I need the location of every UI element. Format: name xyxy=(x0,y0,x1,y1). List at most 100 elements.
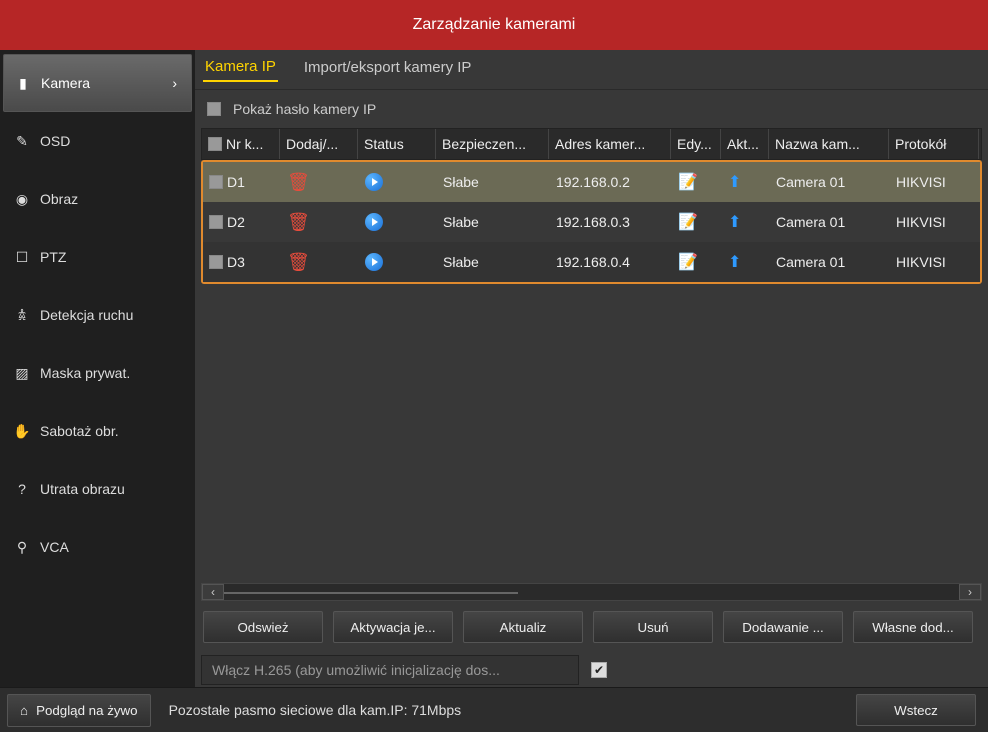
action-buttons: Odswież Aktywacja je... Aktualiz Usuń Do… xyxy=(195,601,988,653)
col-dodaj[interactable]: Dodaj/... xyxy=(280,129,358,159)
ptz-icon: ☐ xyxy=(14,249,30,265)
update-button[interactable]: Aktualiz xyxy=(463,611,583,643)
show-password-checkbox[interactable] xyxy=(207,102,221,116)
col-nazwa[interactable]: Nazwa kam... xyxy=(769,129,889,159)
table-row[interactable]: D3 🗑 Słabe 192.168.0.4 📝 ⬆ Camera 01 HIK… xyxy=(203,242,980,282)
show-password-row: Pokaż hasło kamery IP xyxy=(195,90,988,128)
col-adres[interactable]: Adres kamer... xyxy=(549,129,671,159)
horizontal-scrollbar[interactable]: ‹ › xyxy=(201,583,982,601)
sidebar-item-label: OSD xyxy=(40,133,70,149)
table-row[interactable]: D2 🗑 Słabe 192.168.0.3 📝 ⬆ Camera 01 HIK… xyxy=(203,202,980,242)
tab-bar: Kamera IP Import/eksport kamery IP xyxy=(195,50,988,90)
col-aktualizuj[interactable]: Akt... xyxy=(721,129,769,159)
sidebar-item-detekcja[interactable]: 𖠋 Detekcja ruchu xyxy=(0,286,195,344)
trash-icon[interactable]: 🗑 xyxy=(287,252,310,273)
h265-row: Włącz H.265 (aby umożliwić inicjalizację… xyxy=(201,653,982,687)
row-checkbox[interactable] xyxy=(209,255,223,269)
col-status[interactable]: Status xyxy=(358,129,436,159)
sidebar-item-label: Detekcja ruchu xyxy=(40,307,133,323)
camera-icon: ▮ xyxy=(15,75,31,91)
h265-checkbox[interactable]: ✔ xyxy=(591,662,607,678)
sidebar-item-maska[interactable]: ▨ Maska prywat. xyxy=(0,344,195,402)
tamper-icon: ✋ xyxy=(14,423,30,439)
edit-icon[interactable]: 📝 xyxy=(678,252,698,272)
cell-proto: HIKVISI xyxy=(896,254,946,270)
cell-name: Camera 01 xyxy=(776,214,845,230)
scroll-right-button[interactable]: › xyxy=(959,584,981,600)
live-view-button[interactable]: ⌂ Podgląd na żywo xyxy=(7,694,151,727)
row-checkbox[interactable] xyxy=(209,175,223,189)
cell-proto: HIKVISI xyxy=(896,214,946,230)
cell-addr: 192.168.0.4 xyxy=(556,254,630,270)
tab-import-eksport[interactable]: Import/eksport kamery IP xyxy=(302,59,474,81)
sidebar-item-vca[interactable]: ⚲ VCA xyxy=(0,518,195,576)
sidebar-item-kamera[interactable]: ▮ Kamera › xyxy=(3,54,192,112)
play-icon[interactable] xyxy=(365,173,383,191)
delete-button[interactable]: Usuń xyxy=(593,611,713,643)
sidebar-item-label: Obraz xyxy=(40,191,78,207)
btn-label: Dodawanie ... xyxy=(742,620,824,635)
sidebar-item-label: Sabotaż obr. xyxy=(40,423,119,439)
motion-icon: 𖠋 xyxy=(14,307,30,323)
table-row[interactable]: D1 🗑 Słabe 192.168.0.2 📝 ⬆ Camera 01 HIK… xyxy=(203,162,980,202)
refresh-button[interactable]: Odswież xyxy=(203,611,323,643)
image-icon: ◉ xyxy=(14,191,30,207)
col-nr[interactable]: Nr k... xyxy=(202,129,280,159)
col-label: Bezpieczen... xyxy=(442,136,526,152)
sidebar-item-label: PTZ xyxy=(40,249,66,265)
loss-icon: ? xyxy=(14,481,30,497)
sidebar: ▮ Kamera › ✎ OSD ◉ Obraz ☐ PTZ 𖠋 Detekcj… xyxy=(0,50,195,687)
btn-label: Wstecz xyxy=(894,703,938,718)
scroll-left-button[interactable]: ‹ xyxy=(202,584,224,600)
tab-label: Kamera IP xyxy=(205,58,276,75)
col-bezpieczen[interactable]: Bezpieczen... xyxy=(436,129,549,159)
sidebar-item-utrata[interactable]: ? Utrata obrazu xyxy=(0,460,195,518)
window-title-bar: Zarządzanie kamerami xyxy=(0,0,988,50)
btn-label: Odswież xyxy=(237,620,288,635)
cell-nr: D2 xyxy=(227,214,245,230)
h265-checkbox-cell: ✔ xyxy=(579,655,982,685)
edit-icon[interactable]: 📝 xyxy=(678,212,698,232)
upgrade-icon[interactable]: ⬆ xyxy=(728,212,741,232)
tab-kamera-ip[interactable]: Kamera IP xyxy=(203,58,278,82)
col-label: Adres kamer... xyxy=(555,136,645,152)
home-icon: ⌂ xyxy=(20,703,28,718)
footer: ⌂ Podgląd na żywo Pozostałe pasmo siecio… xyxy=(0,687,988,732)
bandwidth-status: Pozostałe pasmo sieciowe dla kam.IP: 71M… xyxy=(169,702,462,718)
upgrade-icon[interactable]: ⬆ xyxy=(728,252,741,272)
trash-icon[interactable]: 🗑 xyxy=(287,172,310,193)
btn-label: Usuń xyxy=(637,620,668,635)
custom-add-button[interactable]: Własne dod... xyxy=(853,611,973,643)
edit-icon[interactable]: 📝 xyxy=(678,172,698,192)
add-button[interactable]: Dodawanie ... xyxy=(723,611,843,643)
col-protokol[interactable]: Protokół xyxy=(889,129,979,159)
trash-icon[interactable]: 🗑 xyxy=(287,212,310,233)
table-body: D1 🗑 Słabe 192.168.0.2 📝 ⬆ Camera 01 HIK… xyxy=(201,160,982,284)
cell-nr: D1 xyxy=(227,174,245,190)
chevron-right-icon: › xyxy=(172,75,177,91)
sidebar-item-osd[interactable]: ✎ OSD xyxy=(0,112,195,170)
back-button[interactable]: Wstecz xyxy=(856,694,976,726)
sidebar-item-sabotaz[interactable]: ✋ Sabotaż obr. xyxy=(0,402,195,460)
vca-icon: ⚲ xyxy=(14,539,30,555)
activate-button[interactable]: Aktywacja je... xyxy=(333,611,453,643)
sidebar-item-ptz[interactable]: ☐ PTZ xyxy=(0,228,195,286)
col-label: Dodaj/... xyxy=(286,136,338,152)
play-icon[interactable] xyxy=(365,213,383,231)
mask-icon: ▨ xyxy=(14,365,30,381)
sidebar-item-obraz[interactable]: ◉ Obraz xyxy=(0,170,195,228)
cell-name: Camera 01 xyxy=(776,174,845,190)
cell-addr: 192.168.0.3 xyxy=(556,214,630,230)
sidebar-item-label: Utrata obrazu xyxy=(40,481,125,497)
upgrade-icon[interactable]: ⬆ xyxy=(728,172,741,192)
camera-table: Nr k... Dodaj/... Status Bezpieczen... A… xyxy=(201,128,982,284)
btn-label: Własne dod... xyxy=(872,620,954,635)
h265-label: Włącz H.265 (aby umożliwić inicjalizację… xyxy=(201,655,579,685)
cell-proto: HIKVISI xyxy=(896,174,946,190)
col-edytuj[interactable]: Edy... xyxy=(671,129,721,159)
row-checkbox[interactable] xyxy=(209,215,223,229)
scroll-thumb[interactable] xyxy=(224,592,518,594)
select-all-checkbox[interactable] xyxy=(208,137,222,151)
play-icon[interactable] xyxy=(365,253,383,271)
window-title: Zarządzanie kamerami xyxy=(413,16,576,34)
